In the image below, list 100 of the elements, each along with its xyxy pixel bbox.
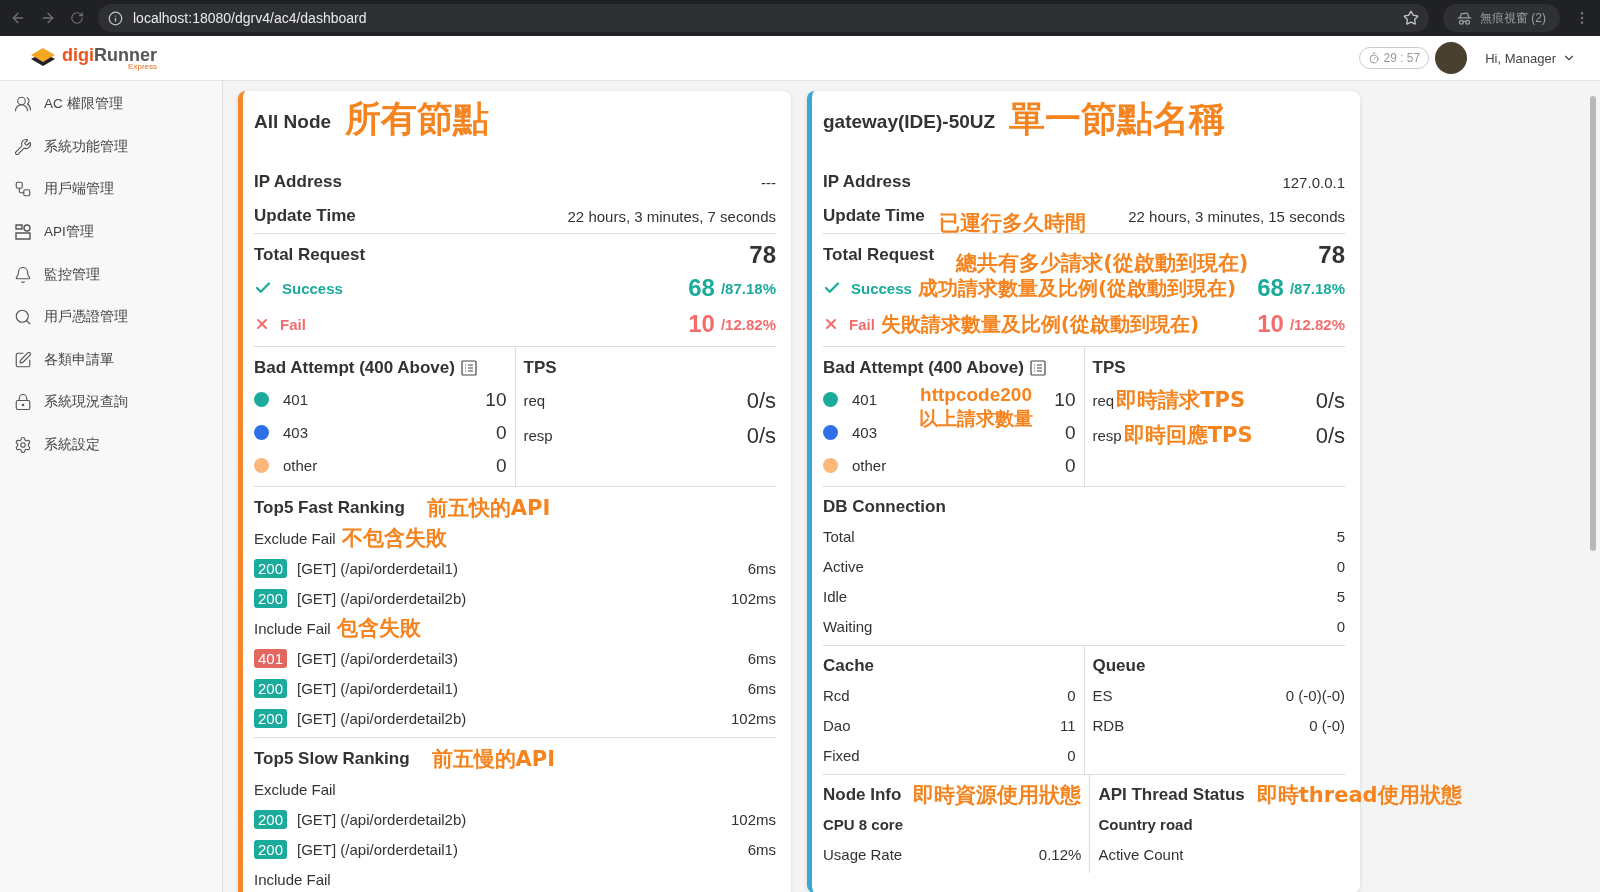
status-label: 401 [852,391,878,408]
response-time: 102ms [730,810,776,828]
cross-icon [254,316,270,332]
status-label: other [852,457,887,474]
incognito-icon [1457,10,1472,26]
tps-label: req [523,392,546,409]
forward-button[interactable] [40,10,56,26]
response-time: 6ms [747,649,776,667]
tps-label: resp [523,427,553,444]
info-label: IP Address [823,172,911,192]
reload-button[interactable] [70,11,84,25]
address-bar[interactable]: localhost:18080/dgrv4/ac4/dashboard [98,4,1429,32]
info-value: 22 hours, 3 minutes, 15 seconds [1128,207,1345,225]
metric-value: 11 [1059,716,1076,734]
metric-label: Fixed [823,746,860,764]
section-title: Queue [1092,656,1146,676]
user-menu[interactable]: Hi, Manager [1479,49,1582,67]
sidebar-icon [14,265,32,284]
section-title: Bad Attempt (400 Above) [254,358,455,378]
annotation-text: 所有節點 [345,97,490,141]
response-time: 102ms [730,709,776,727]
outcome-count: 10 [688,310,715,338]
status-code: 200 [254,708,288,728]
annotation-text: 單一節點名稱 [1009,97,1226,141]
group-label: Include Fail [254,870,331,888]
metric-label: Rcd [823,686,850,704]
outcome-ratio: /87.18% [720,279,776,297]
avatar[interactable] [1435,42,1468,74]
metric-value: 0.12% [1038,845,1082,863]
sidebar-item[interactable]: 系統功能管理 [0,125,222,169]
status-label: 403 [283,424,309,441]
outcome-label: Success [851,279,912,297]
outcome-count: 10 [1257,310,1284,338]
status-count: 0 [495,454,507,477]
tps-label: resp [1092,427,1122,444]
metric-value: 0 [1067,746,1076,764]
sidebar-icon [14,393,32,412]
list-icon[interactable] [1029,360,1046,376]
outcome-label: Fail [849,315,875,333]
sidebar-icon [14,436,32,455]
scrollbar-thumb[interactable] [1590,96,1596,551]
info-icon [108,10,123,26]
subsection-title: CPU 8 core [823,815,904,833]
status-count: 10 [485,388,507,411]
annotation-text: 即時資源使用狀態 [913,784,1082,806]
annotation-text: 總共有多少請求(從啟動到現在) [956,252,1249,274]
tps-value: 0/s [746,387,776,414]
response-time: 102ms [730,589,776,607]
annotation-text: 即時回應TPS [1123,425,1253,446]
list-icon[interactable] [460,360,477,376]
info-value: 22 hours, 3 minutes, 7 seconds [567,207,776,225]
annotation-text: 前五快的API [426,497,551,519]
section-title: Top5 Slow Ranking [254,749,410,769]
api-path: [GET] (/api/orderdetail2b) [297,810,467,828]
section-title: API Thread Status [1098,785,1245,805]
incognito-profile-button[interactable]: 無痕視窗 (2) [1443,4,1560,32]
annotation-text: 即時請求TPS [1116,390,1246,411]
sidebar-item[interactable]: AC 權限管理 [0,83,222,126]
api-path: [GET] (/api/orderdetail1) [297,840,458,858]
status-label: other [283,457,318,474]
annotation-text: 包含失敗 [336,617,421,639]
bookmark-star-icon[interactable] [1403,10,1419,26]
info-value: 127.0.0.1 [1282,173,1345,191]
annotation-text: 已運行多久時間 [938,212,1086,234]
section-title: Top5 Fast Ranking [254,498,405,518]
status-label: 401 [283,391,309,408]
status-count: 0 [1064,454,1076,477]
sidebar-item[interactable]: 系統現況查詢 [0,381,222,424]
section-title: Cache [823,656,875,676]
back-button[interactable] [10,10,26,26]
outcome-label: Fail [280,315,306,333]
status-label: 403 [852,424,878,441]
section-title: TPS [1092,358,1126,378]
status-count: 0 [495,421,507,444]
tps-value: 0/s [1315,387,1345,414]
sidebar-item[interactable]: 用戶端管理 [0,168,222,211]
subsection-title: Country road [1098,815,1193,833]
sidebar-item[interactable]: 監控管理 [0,253,222,296]
sidebar-item[interactable]: API管理 [0,210,222,254]
annotation-text: 不包含失敗 [341,527,447,549]
api-icon [14,223,32,242]
outcome-ratio: /12.82% [1289,315,1345,333]
sidebar-item[interactable]: 各類申請單 [0,338,222,382]
info-value: --- [761,173,776,191]
status-count: 0 [1064,421,1076,444]
total-label: Total Request [823,245,935,265]
api-path: [GET] (/api/orderdetail2b) [297,589,467,607]
metric-value: 0 [1336,617,1345,635]
response-time: 6ms [747,840,776,858]
metric-value: 0 [1067,686,1076,704]
status-count: 10 [1054,388,1076,411]
section-title: TPS [523,358,557,378]
metric-label: RDB [1092,716,1125,734]
timer-icon [1368,52,1381,64]
sidebar-icon [14,308,32,327]
tps-value: 0/s [1315,422,1345,449]
sidebar-item[interactable]: 系統設定 [0,423,222,467]
url-text: localhost:18080/dgrv4/ac4/dashboard [133,10,367,26]
sidebar-item[interactable]: 用戶憑證管理 [0,295,222,339]
annotation-text: 成功請求數量及比例(從啟動到現在) [917,278,1237,298]
